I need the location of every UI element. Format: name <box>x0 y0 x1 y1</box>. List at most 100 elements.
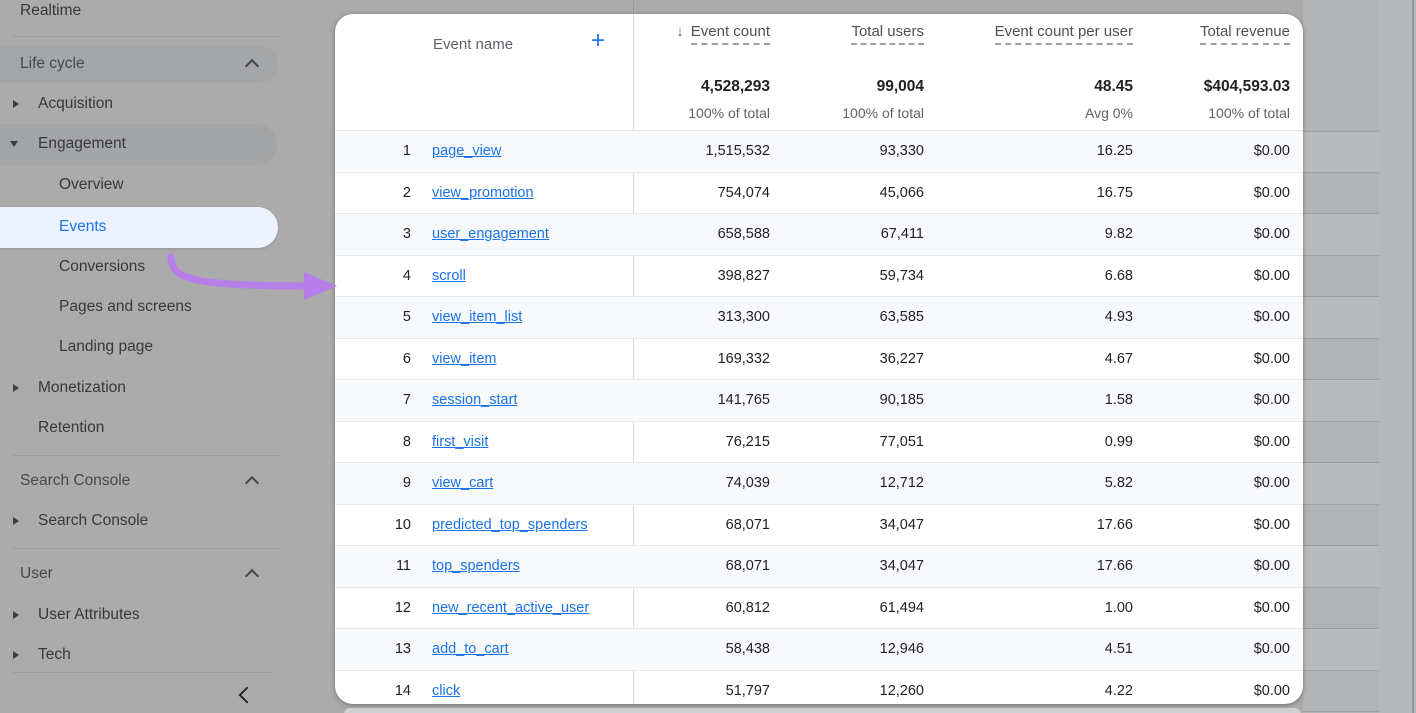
event-count-per-user-cell: 9.82 <box>1105 226 1133 242</box>
table-row: 4 scroll 398,827 59,734 6.68 $0.00 <box>335 256 1303 298</box>
triangle-down-icon <box>10 141 18 147</box>
sidebar-item-tech[interactable]: Tech <box>38 646 71 664</box>
event-name-link[interactable]: add_to_cart <box>432 641 509 657</box>
table-row: 7 session_start 141,765 90,185 1.58 $0.0… <box>335 380 1303 422</box>
scrollbar[interactable] <box>1412 0 1414 713</box>
total-users-cell: 90,185 <box>880 392 924 408</box>
sidebar-item-overview[interactable]: Overview <box>59 176 124 194</box>
nav-divider <box>13 36 281 37</box>
event-name-link[interactable]: new_recent_active_user <box>432 600 589 616</box>
total-users-cell: 61,494 <box>880 600 924 616</box>
event-count-per-user-cell: 4.67 <box>1105 351 1133 367</box>
event-count-per-user-cell: 1.00 <box>1105 600 1133 616</box>
event-name-cell: predicted_top_spenders <box>432 517 588 533</box>
event-count-per-user-cell: 5.82 <box>1105 475 1133 491</box>
event-count-per-user-cell: 6.68 <box>1105 268 1133 284</box>
events-selected-pill[interactable] <box>0 207 278 248</box>
sidebar-item-monetization[interactable]: Monetization <box>38 379 126 397</box>
row-number: 1 <box>335 143 411 159</box>
total-users-cell: 12,260 <box>880 683 924 699</box>
total-users-cell: 63,585 <box>880 309 924 325</box>
sidebar-item-landing-page[interactable]: Landing page <box>59 338 153 356</box>
event-name-link[interactable]: first_visit <box>432 434 488 450</box>
event-name-link[interactable]: scroll <box>432 268 466 284</box>
sidebar-item-events[interactable]: Events <box>59 218 106 236</box>
event-name-cell: user_engagement <box>432 226 549 242</box>
event-name-cell: view_cart <box>432 475 493 491</box>
event-count-per-user-cell: 17.66 <box>1097 558 1133 574</box>
sidebar-item-user-attributes[interactable]: User Attributes <box>38 606 140 624</box>
event-count-cell: 74,039 <box>726 475 770 491</box>
event-name-cell: top_spenders <box>432 558 520 574</box>
event-name-link[interactable]: view_item_list <box>432 309 522 325</box>
total-users-cell: 12,946 <box>880 641 924 657</box>
event-count-cell: 58,438 <box>726 641 770 657</box>
event-name-link[interactable]: top_spenders <box>432 558 520 574</box>
table-row: 11 top_spenders 68,071 34,047 17.66 $0.0… <box>335 546 1303 588</box>
total-users-cell: 34,047 <box>880 558 924 574</box>
sidebar-item-search-console[interactable]: Search Console <box>38 512 148 530</box>
event-name-link[interactable]: session_start <box>432 392 517 408</box>
event-name-link[interactable]: predicted_top_spenders <box>432 517 588 533</box>
sidebar-item-acquisition[interactable]: Acquisition <box>38 95 113 113</box>
total-revenue-sub: 100% of total <box>1208 105 1290 121</box>
sidebar-item-conversions[interactable]: Conversions <box>59 258 145 276</box>
event-name-cell: view_item_list <box>432 309 522 325</box>
event-count-cell: 398,827 <box>718 268 770 284</box>
table-row: 9 view_cart 74,039 12,712 5.82 $0.00 <box>335 463 1303 505</box>
event-name-cell: click <box>432 683 460 699</box>
event-count-cell: 141,765 <box>718 392 770 408</box>
event-count-cell: 68,071 <box>726 517 770 533</box>
event-name-column-header[interactable]: Event name <box>433 36 513 53</box>
total-users-cell: 45,066 <box>880 185 924 201</box>
nav-section-life-cycle[interactable]: Life cycle <box>20 55 85 73</box>
event-name-cell: first_visit <box>432 434 488 450</box>
table-row: 8 first_visit 76,215 77,051 0.99 $0.00 <box>335 422 1303 464</box>
total-revenue-cell: $0.00 <box>1254 268 1290 284</box>
collapse-nav-icon[interactable] <box>239 687 256 704</box>
table-row: 1 page_view 1,515,532 93,330 16.25 $0.00 <box>335 131 1303 173</box>
total-users-cell: 93,330 <box>880 143 924 159</box>
event-name-link[interactable]: view_cart <box>432 475 493 491</box>
triangle-right-icon <box>13 384 19 392</box>
nav-section-search-console[interactable]: Search Console <box>20 472 130 490</box>
total-revenue-cell: $0.00 <box>1254 309 1290 325</box>
row-number: 6 <box>335 351 411 367</box>
sidebar-item-retention[interactable]: Retention <box>38 419 104 437</box>
column-total-users: Total users 99,004 100% of total <box>694 14 924 130</box>
table-row: 12 new_recent_active_user 60,812 61,494 … <box>335 588 1303 630</box>
total-revenue-cell: $0.00 <box>1254 143 1290 159</box>
triangle-right-icon <box>13 100 19 108</box>
triangle-right-icon <box>13 611 19 619</box>
sidebar-item-engagement[interactable]: Engagement <box>38 135 126 153</box>
event-name-cell: view_item <box>432 351 496 367</box>
total-revenue-cell: $0.00 <box>1254 641 1290 657</box>
event-count-cell: 51,797 <box>726 683 770 699</box>
event-name-link[interactable]: click <box>432 683 460 699</box>
table-row: 6 view_item 169,332 36,227 4.67 $0.00 <box>335 339 1303 381</box>
event-count-per-user-cell: 0.99 <box>1105 434 1133 450</box>
total-revenue-cell: $0.00 <box>1254 392 1290 408</box>
row-number: 7 <box>335 392 411 408</box>
event-name-link[interactable]: user_engagement <box>432 226 549 242</box>
event-name-cell: view_promotion <box>432 185 534 201</box>
event-name-cell: scroll <box>432 268 466 284</box>
table-row: 2 view_promotion 754,074 45,066 16.75 $0… <box>335 173 1303 215</box>
nav-section-user[interactable]: User <box>20 565 53 583</box>
row-number: 13 <box>335 641 411 657</box>
table-row: 10 predicted_top_spenders 68,071 34,047 … <box>335 505 1303 547</box>
event-name-link[interactable]: view_item <box>432 351 496 367</box>
event-count-per-user-cell: 17.66 <box>1097 517 1133 533</box>
event-count-cell: 68,071 <box>726 558 770 574</box>
sidebar-item-realtime[interactable]: Realtime <box>20 2 81 20</box>
total-users-cell: 67,411 <box>881 226 924 242</box>
chevron-up-icon[interactable] <box>245 476 259 490</box>
event-name-link[interactable]: page_view <box>432 143 501 159</box>
event-count-per-user-cell: 16.25 <box>1097 143 1133 159</box>
column-header-total-revenue[interactable]: Total revenue <box>1200 23 1290 45</box>
event-count-cell: 313,300 <box>718 309 770 325</box>
chevron-up-icon[interactable] <box>245 569 259 583</box>
dimmed-column-divider <box>633 0 634 14</box>
row-number: 5 <box>335 309 411 325</box>
event-name-link[interactable]: view_promotion <box>432 185 534 201</box>
